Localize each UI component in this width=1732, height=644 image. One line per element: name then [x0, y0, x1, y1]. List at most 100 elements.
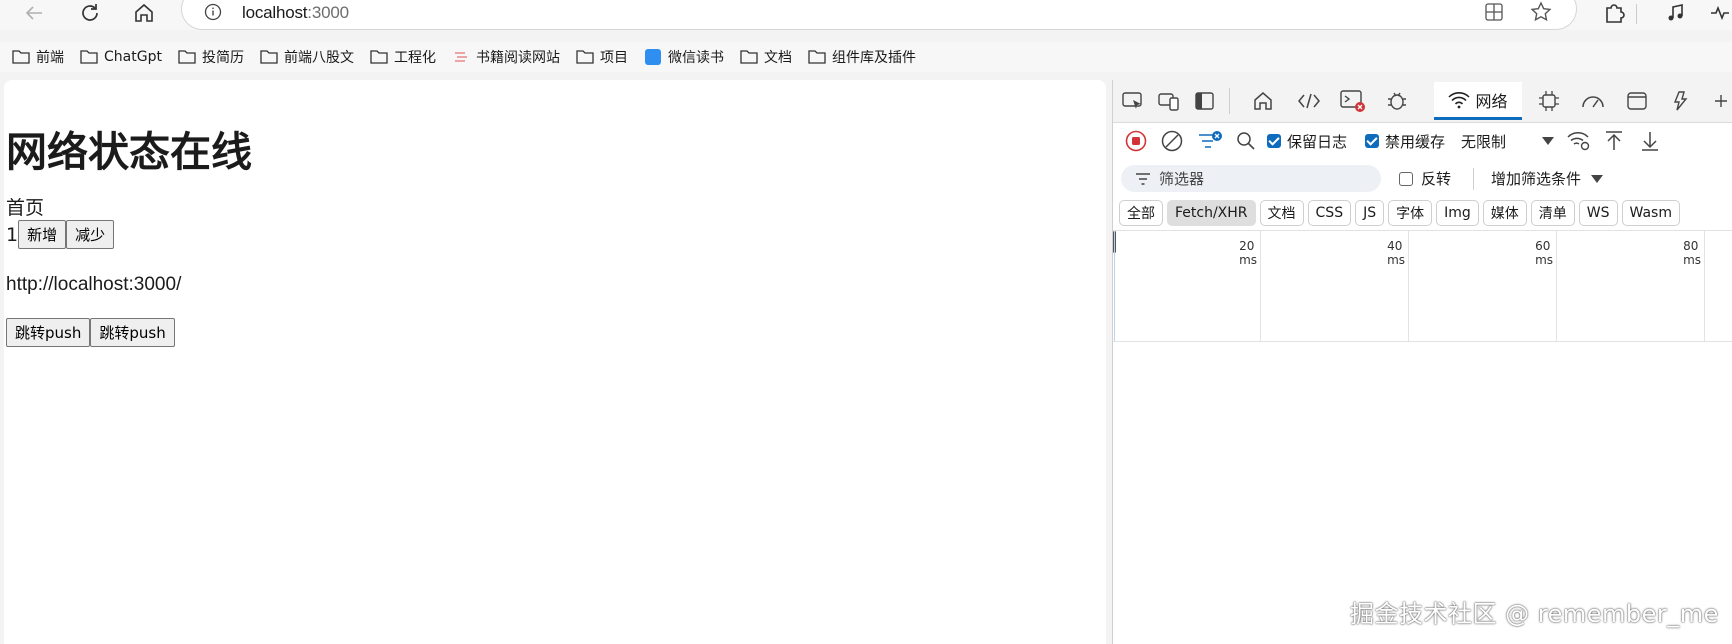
plus-icon [1715, 95, 1727, 107]
device-emulation-button[interactable] [1151, 80, 1187, 122]
tab-performance[interactable] [1531, 80, 1567, 122]
tab-divider [1229, 88, 1230, 114]
dock-side-button[interactable] [1187, 80, 1223, 122]
clear-icon [1161, 130, 1183, 152]
reduce-button[interactable]: 减少 [66, 220, 115, 249]
bookmark-folder[interactable]: 项目 [576, 47, 628, 67]
filter-chip-manifest[interactable]: 清单 [1530, 200, 1575, 226]
push-button[interactable]: 跳转push [90, 318, 175, 347]
folder-icon [12, 50, 30, 64]
filter-chip-wasm[interactable]: Wasm [1621, 200, 1680, 226]
tab-welcome[interactable] [1245, 80, 1281, 122]
import-har-button[interactable] [1596, 131, 1632, 151]
filter-chip-ws[interactable]: WS [1578, 200, 1618, 226]
back-button[interactable] [16, 0, 52, 26]
tab-lighthouse[interactable] [1575, 80, 1611, 122]
media-control-button[interactable] [1658, 0, 1694, 26]
inspect-element-button[interactable] [1115, 80, 1151, 122]
filter-chip-img[interactable]: Img [1436, 200, 1479, 226]
tab-sources[interactable] [1379, 80, 1415, 122]
search-button[interactable] [1229, 131, 1263, 151]
filter-toggle-button[interactable] [1191, 130, 1229, 152]
more-filters-dropdown[interactable]: 增加筛选条件 [1491, 168, 1604, 189]
reload-button[interactable] [72, 0, 108, 26]
bookmark-folder[interactable]: ChatGpt [80, 49, 162, 65]
extensions-button[interactable] [1596, 0, 1632, 26]
export-har-button[interactable] [1632, 131, 1668, 151]
chip-icon [1539, 91, 1559, 111]
bookmark-link[interactable]: 书籍阅读网站 [452, 47, 560, 67]
preserve-log-checkbox[interactable]: 保留日志 [1267, 131, 1347, 152]
bookmark-folder[interactable]: 文档 [740, 47, 792, 67]
checkbox-checked-icon [1267, 134, 1281, 148]
network-timeline-overview[interactable]: 20 ms 40 ms 60 ms 80 ms [1113, 230, 1732, 342]
invert-checkbox[interactable]: 反转 [1399, 168, 1451, 189]
performance-button[interactable] [1702, 0, 1732, 26]
filter-chip-css[interactable]: CSS [1307, 200, 1352, 226]
watermark: 掘金技术社区 @ remember_me [1350, 600, 1719, 628]
sidebar-toggle-icon [1195, 92, 1214, 110]
inspect-icon [1122, 92, 1142, 109]
music-note-icon [1668, 4, 1683, 21]
home-icon [1254, 92, 1272, 110]
tab-memory[interactable] [1663, 80, 1699, 122]
clear-button[interactable] [1153, 130, 1191, 152]
network-toolbar: 保留日志 禁用缓存 无限制 [1113, 123, 1732, 159]
bookmark-folder[interactable]: 投简历 [178, 47, 244, 67]
filter-chip-font[interactable]: 字体 [1388, 200, 1433, 226]
filter-input[interactable]: 筛选器 [1121, 165, 1381, 192]
tab-network[interactable]: 网络 [1434, 82, 1522, 120]
resource-type-filters: 全部 Fetch/XHR 文档 CSS JS 字体 Img 媒体 清单 WS W… [1119, 198, 1732, 228]
wechat-read-icon [644, 49, 661, 65]
info-icon [204, 3, 222, 21]
home-button[interactable] [126, 0, 162, 26]
filter-chip-all[interactable]: 全部 [1119, 200, 1163, 226]
bookmark-link[interactable]: 微信读书 [644, 47, 724, 67]
console-error-icon [1340, 90, 1365, 112]
throttle-select[interactable]: 无限制 [1461, 131, 1555, 152]
tab-elements[interactable] [1291, 80, 1327, 122]
broom-icon [1673, 91, 1688, 111]
folder-icon [740, 50, 758, 64]
disable-cache-checkbox[interactable]: 禁用缓存 [1365, 131, 1445, 152]
record-button[interactable] [1119, 130, 1153, 152]
push-button[interactable]: 跳转push [6, 318, 91, 347]
filter-chip-doc[interactable]: 文档 [1259, 200, 1304, 226]
arrow-left-icon [25, 6, 42, 20]
tab-application[interactable] [1619, 80, 1655, 122]
timeline-tick-label: 60 ms [1535, 239, 1554, 267]
book-site-icon [454, 52, 467, 62]
filter-chip-js[interactable]: JS [1355, 200, 1385, 226]
puzzle-icon [1606, 4, 1625, 23]
dropdown-triangle-icon [1591, 174, 1604, 183]
devtools-panel: 网络 保留日志 禁用缓存 无限制 筛选器 反转 增加筛选条件 全部 Fetch/… [1112, 80, 1732, 644]
add-button[interactable]: 新增 [18, 220, 67, 249]
window-icon [1627, 92, 1647, 110]
gauge-icon [1582, 96, 1604, 108]
filter-divider [1473, 168, 1474, 190]
folder-icon [260, 50, 278, 64]
filter-chip-fetch-xhr[interactable]: Fetch/XHR [1167, 200, 1256, 226]
counter-row: 1 新增 减少 [6, 220, 115, 249]
disable-cache-label: 禁用缓存 [1385, 132, 1446, 151]
home-link[interactable]: 首页 [6, 193, 44, 220]
dropdown-triangle-icon [1542, 137, 1555, 145]
bookmark-label: 项目 [599, 50, 628, 66]
more-filters-label: 增加筛选条件 [1491, 170, 1582, 188]
bookmark-label: 微信读书 [667, 50, 724, 66]
favorite-star-icon[interactable] [1530, 1, 1552, 23]
bookmark-folder[interactable]: 工程化 [370, 47, 436, 67]
bookmark-folder[interactable]: 前端八股文 [260, 47, 354, 67]
more-tabs-button[interactable] [1703, 80, 1732, 122]
filter-chip-media[interactable]: 媒体 [1482, 200, 1527, 226]
network-conditions-button[interactable] [1562, 131, 1596, 151]
bookmark-label: 前端 [36, 50, 64, 66]
timeline-gridline: 60 ms [1535, 231, 1557, 341]
tab-console[interactable] [1335, 80, 1371, 122]
app-grid-icon[interactable] [1485, 3, 1503, 21]
timeline-tick-label: 20 ms [1239, 239, 1258, 267]
bookmark-folder[interactable]: 前端 [12, 47, 64, 67]
current-url-text: http://localhost:3000/ [6, 274, 182, 295]
bookmark-folder[interactable]: 组件库及插件 [808, 47, 916, 67]
address-bar[interactable]: localhost:3000 [181, 0, 1577, 30]
